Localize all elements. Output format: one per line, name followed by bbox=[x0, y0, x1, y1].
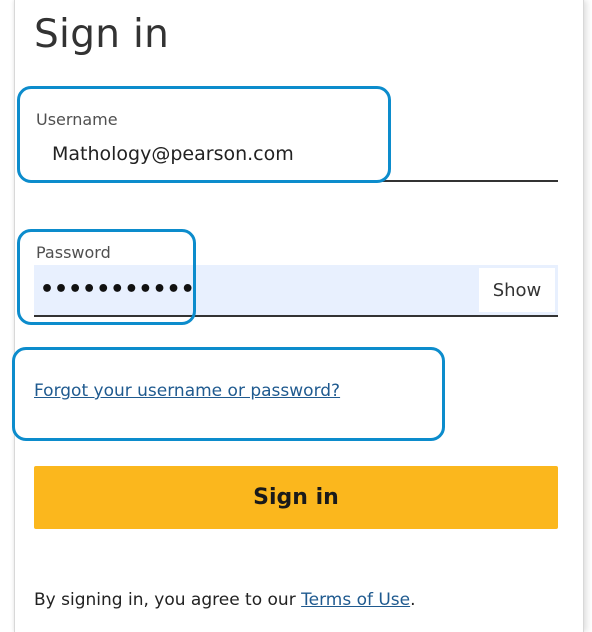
show-password-button[interactable]: Show bbox=[479, 268, 555, 312]
terms-notice: By signing in, you agree to our Terms of… bbox=[34, 590, 416, 610]
username-underline bbox=[34, 180, 558, 182]
password-underline bbox=[34, 315, 558, 317]
terms-of-use-link[interactable]: Terms of Use bbox=[301, 590, 410, 610]
page-title: Sign in bbox=[34, 12, 170, 57]
terms-prefix: By signing in, you agree to our bbox=[34, 590, 302, 610]
username-label: Username bbox=[36, 110, 118, 129]
password-label: Password bbox=[36, 243, 111, 262]
password-input[interactable] bbox=[40, 277, 440, 302]
terms-suffix: . bbox=[410, 590, 416, 610]
forgot-credentials-link[interactable]: Forgot your username or password? bbox=[34, 381, 340, 401]
sign-in-button[interactable]: Sign in bbox=[34, 466, 558, 529]
username-input[interactable] bbox=[52, 143, 392, 165]
password-field[interactable]: Show bbox=[34, 265, 558, 315]
